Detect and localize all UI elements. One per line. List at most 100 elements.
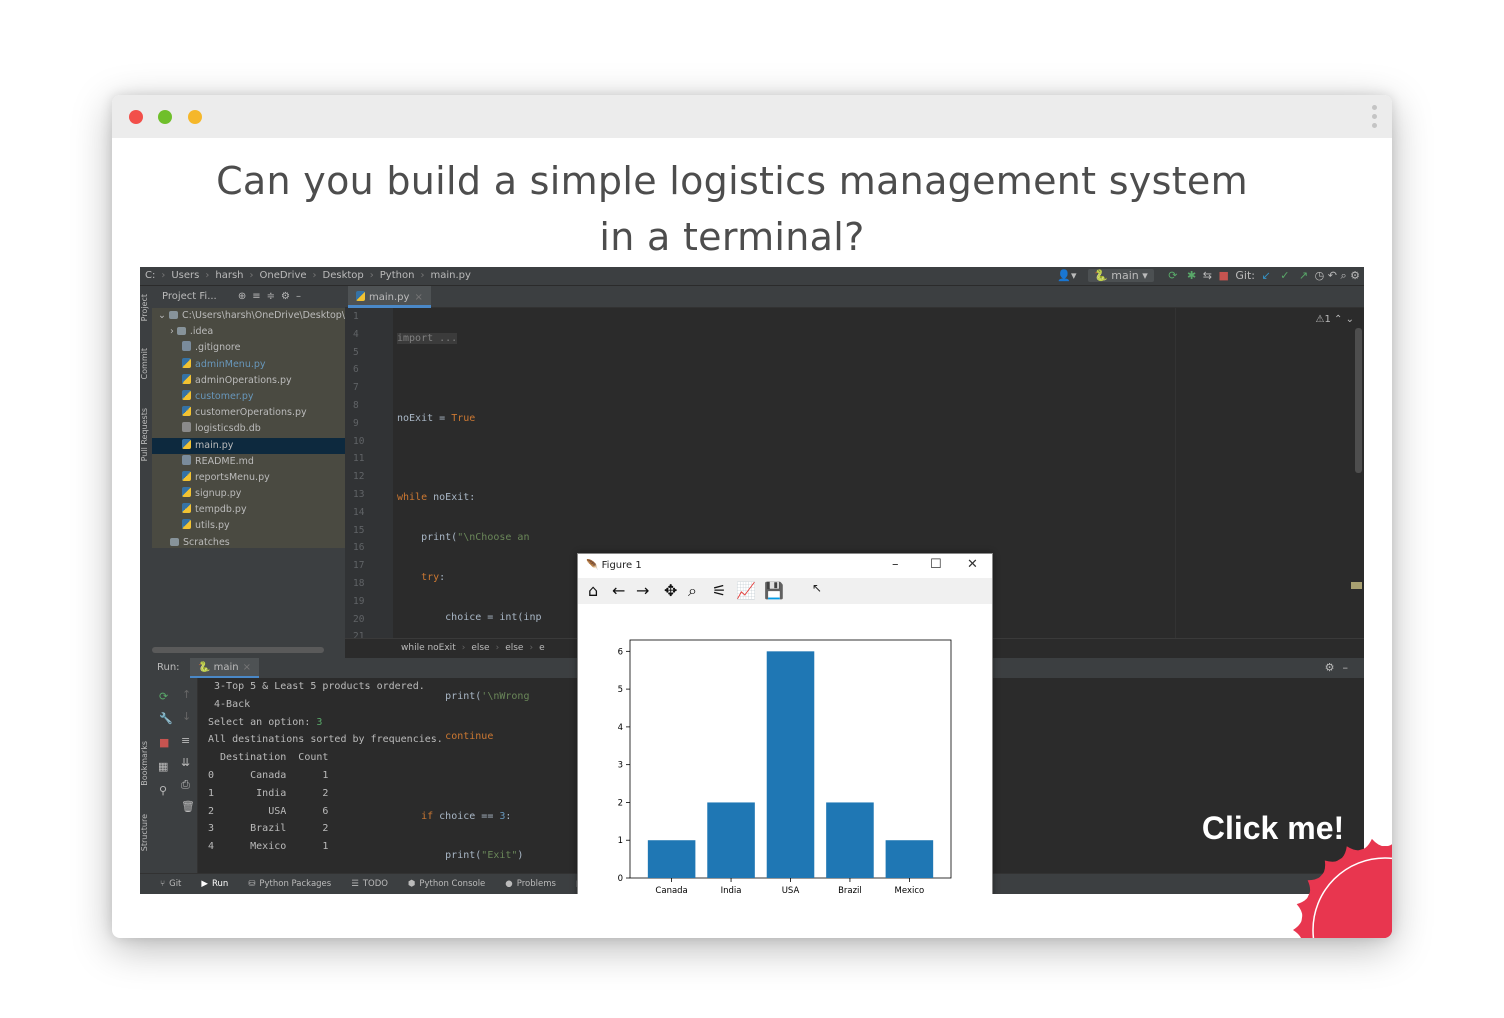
coverage-icon[interactable]: ⇆	[1203, 269, 1212, 282]
tree-item[interactable]: README.md	[152, 454, 345, 470]
run-tab-main[interactable]: 🐍 main ×	[190, 658, 260, 678]
trash-icon[interactable]: 🗑	[181, 800, 195, 813]
tree-item[interactable]: customer.py	[152, 389, 345, 405]
gear-icon[interactable]: ⚙	[1350, 269, 1360, 282]
tree-item[interactable]: utils.py	[152, 518, 345, 534]
layout-icon[interactable]: ▦	[158, 760, 168, 773]
maximize-icon[interactable]: ☐	[930, 557, 942, 572]
forward-icon[interactable]: →	[636, 581, 649, 600]
run-config-selector[interactable]: 🐍 main ▾	[1088, 269, 1154, 282]
expand-arrow-icon[interactable]: ⌄	[158, 310, 169, 321]
back-icon[interactable]: ←	[612, 581, 625, 600]
tool-window-button[interactable]: ⬢ Python Console	[408, 879, 485, 889]
editor-scrollbar[interactable]	[1355, 328, 1362, 473]
breadcrumb-item[interactable]: Users	[171, 270, 199, 281]
tool-window-button[interactable]: ● Problems	[505, 879, 556, 889]
stop-icon[interactable]: ■	[1218, 269, 1228, 282]
headline-line-2: in a terminal?	[599, 215, 865, 259]
tool-window-button[interactable]: ⛁ Python Packages	[248, 879, 331, 889]
rollback-icon[interactable]: ↶	[1328, 269, 1337, 282]
tree-item[interactable]: tempdb.py	[152, 502, 345, 518]
close-icon[interactable]: ✕	[967, 557, 978, 572]
git-push-icon[interactable]: ↗	[1299, 269, 1308, 282]
tool-window-structure[interactable]: Structure	[140, 814, 152, 851]
breadcrumb-item[interactable]: Python	[380, 270, 415, 281]
git-commit-icon[interactable]: ✓	[1280, 269, 1289, 282]
tree-item[interactable]: customerOperations.py	[152, 405, 345, 421]
stop-icon[interactable]: ■	[159, 736, 169, 749]
tool-window-project[interactable]: Project	[140, 294, 152, 321]
tree-item[interactable]: .gitignore	[152, 340, 345, 356]
project-title[interactable]: Project Fi...	[162, 291, 217, 302]
breadcrumb-item[interactable]: OneDrive	[260, 270, 307, 281]
tool-window-bookmarks[interactable]: Bookmarks	[140, 741, 152, 786]
user-icon[interactable]: 👤▾	[1057, 269, 1076, 282]
tool-window-pull-requests[interactable]: Pull Requests	[140, 408, 152, 461]
code-breadcrumb-item[interactable]: while noExit	[401, 643, 456, 653]
tree-item[interactable]: › .idea	[152, 324, 345, 340]
rerun-icon[interactable]: ⟳	[1168, 269, 1177, 282]
console-text: 1 India 2	[208, 787, 329, 799]
badge-scallop	[1293, 838, 1392, 938]
code-breadcrumb-item[interactable]: e	[539, 643, 545, 653]
minimize-window-dot[interactable]	[188, 110, 202, 124]
breadcrumb-item[interactable]: C:	[145, 270, 155, 281]
code-breadcrumb-item[interactable]: else	[505, 643, 523, 653]
subplots-icon[interactable]: ⚟	[712, 581, 726, 600]
tree-item[interactable]: main.py	[152, 437, 345, 454]
pin-icon[interactable]: ⚲	[159, 784, 167, 797]
git-update-icon[interactable]: ↙	[1261, 269, 1270, 282]
arrow-down-icon[interactable]: ↓	[182, 710, 191, 723]
expand-arrow-icon[interactable]: ›	[170, 326, 177, 337]
warnings-indicator[interactable]: ⚠1 ⌃ ⌄	[1316, 314, 1354, 325]
tree-item[interactable]: reportsMenu.py	[152, 470, 345, 486]
tree-item[interactable]: adminOperations.py	[152, 373, 345, 389]
debug-icon[interactable]: ✱	[1187, 269, 1196, 282]
wrench-icon[interactable]: 🔧	[159, 712, 173, 725]
tree-item-label: logisticsdb.db	[195, 423, 261, 435]
line-number: 4	[353, 328, 359, 340]
save-icon[interactable]: 💾	[764, 581, 784, 600]
search-icon[interactable]: ⌕	[1340, 269, 1346, 282]
rerun-icon[interactable]: ⟳	[159, 690, 168, 703]
console-text: 2 USA 6	[208, 805, 329, 817]
badge-shape[interactable]	[1290, 835, 1392, 938]
edit-axis-icon[interactable]: 📈	[736, 581, 756, 600]
zoom-icon[interactable]: ⌕	[688, 581, 697, 601]
tree-item[interactable]: signup.py	[152, 486, 345, 502]
tab-main-py[interactable]: main.py ×	[348, 286, 431, 308]
close-window-dot[interactable]	[129, 110, 143, 124]
soft-wrap-icon[interactable]: ≡	[181, 734, 190, 747]
scroll-to-end-icon[interactable]: ⇊	[181, 756, 190, 769]
code-breadcrumb-item[interactable]: else	[471, 643, 489, 653]
pan-icon[interactable]: ✥	[664, 581, 677, 600]
tree-item[interactable]: ⌄ C:\Users\harsh\OneDrive\Desktop\Py	[152, 308, 345, 324]
tree-item[interactable]: logisticsdb.db	[152, 421, 345, 437]
tool-window-button[interactable]: ▶ Run	[201, 879, 228, 889]
minimize-icon[interactable]: –	[892, 557, 899, 572]
close-run-tab-icon[interactable]: ×	[243, 662, 251, 673]
breadcrumb-item[interactable]: main.py	[430, 270, 470, 281]
run-panel-tools[interactable]: ⚙–	[1325, 661, 1356, 674]
maximize-window-dot[interactable]	[158, 110, 172, 124]
tool-window-label: Python Packages	[259, 879, 332, 889]
project-horizontal-scrollbar[interactable]	[152, 647, 324, 653]
more-menu-icon[interactable]	[1372, 105, 1378, 129]
print-icon[interactable]: ⎙	[181, 778, 190, 792]
home-icon[interactable]: ⌂	[588, 581, 598, 600]
breadcrumb-item[interactable]: harsh	[215, 270, 243, 281]
history-icon[interactable]: ◷	[1315, 269, 1325, 282]
tool-window-button[interactable]: ☰ TODO	[351, 879, 388, 889]
tool-window-commit[interactable]: Commit	[140, 348, 152, 379]
left-tool-strip: Project Commit Pull Requests Bookmarks S…	[140, 286, 152, 894]
tree-item[interactable]: Scratches	[152, 535, 345, 551]
arrow-up-icon[interactable]: ↑	[182, 688, 191, 701]
badge-label[interactable]: Click me!	[1178, 810, 1368, 847]
tool-window-button[interactable]: ⑂ Git	[160, 879, 181, 889]
line-number: 18	[353, 577, 365, 589]
tree-item[interactable]: adminMenu.py	[152, 357, 345, 373]
breadcrumb-item[interactable]: Desktop	[323, 270, 364, 281]
project-panel-tools[interactable]: ⊕≡≑⚙–	[238, 291, 307, 302]
close-tab-icon[interactable]: ×	[414, 292, 422, 303]
browser-window: Can you build a simple logistics managem…	[112, 95, 1392, 938]
